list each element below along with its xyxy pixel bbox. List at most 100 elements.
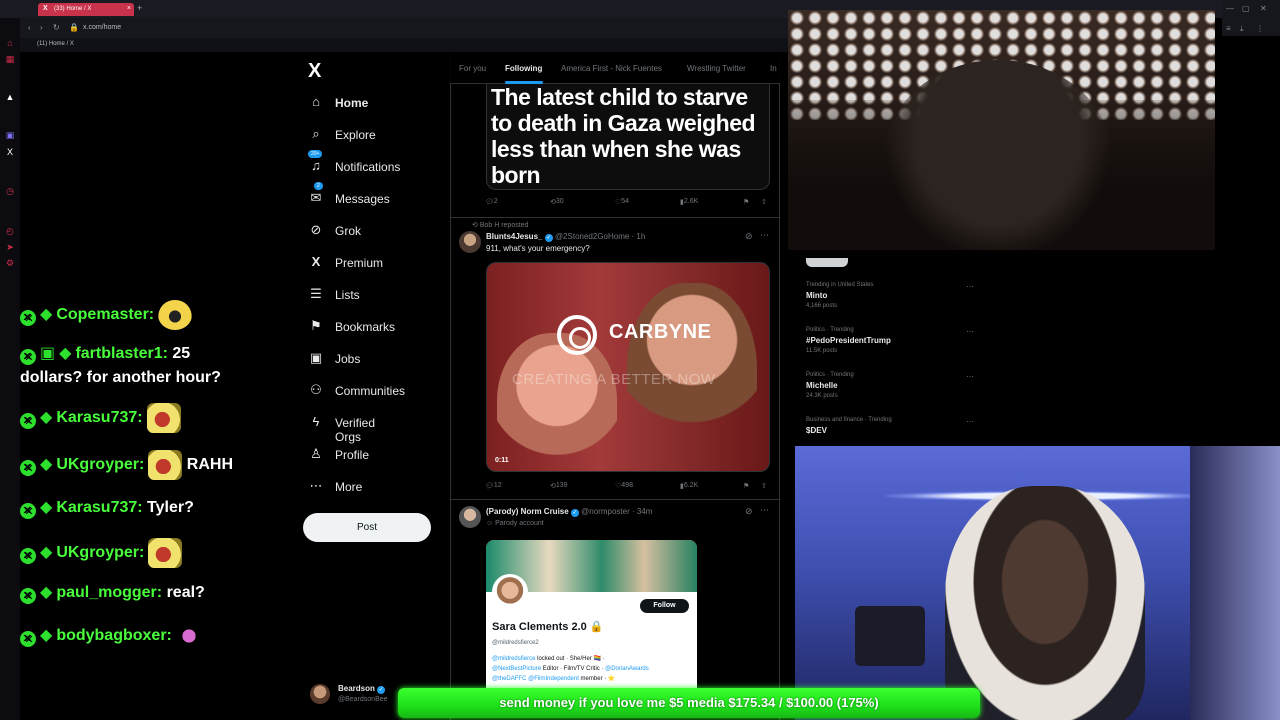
mod-badge-icon: ✕ bbox=[20, 460, 36, 477]
briefcase-icon: ▣ bbox=[309, 350, 323, 365]
bio-link: @theDAFFC @FilmIndependent bbox=[492, 676, 579, 682]
trend-item[interactable]: Politics · Trending #PedoPresidentTrump … bbox=[806, 327, 986, 354]
views-button[interactable]: ▮ 6.2K bbox=[680, 482, 698, 490]
tweet-avatar[interactable] bbox=[459, 506, 481, 528]
tab-more[interactable]: In bbox=[770, 64, 777, 73]
bookmark-icon[interactable]: ⚑ bbox=[743, 198, 749, 206]
screaming-emote-icon bbox=[148, 538, 183, 568]
bookmark-icon[interactable]: ⚑ bbox=[743, 482, 749, 490]
more-options-icon[interactable]: ⋯ bbox=[760, 505, 769, 516]
reply-button[interactable]: 💬︎ 12 bbox=[485, 482, 502, 490]
menu-icon[interactable]: ≡ bbox=[1226, 24, 1231, 33]
follow-button[interactable]: Follow bbox=[640, 599, 689, 613]
send-icon[interactable]: ➤ bbox=[5, 242, 15, 252]
verified-icon: ✓ bbox=[544, 234, 553, 242]
diamond-badge-icon: ◆ bbox=[59, 345, 72, 362]
repost-count: 30 bbox=[555, 198, 564, 205]
url-field[interactable]: x.com/home bbox=[83, 24, 121, 31]
nav-label: Home bbox=[335, 96, 369, 110]
close-tab-icon[interactable]: × bbox=[127, 5, 131, 12]
more-options-icon[interactable]: ⋯ bbox=[966, 282, 974, 291]
trend-title: #PedoPresidentTrump bbox=[806, 336, 891, 345]
like-button[interactable]: ♡ 54 bbox=[615, 198, 629, 206]
x-favicon-icon: X bbox=[43, 5, 48, 12]
repost-count: 139 bbox=[555, 482, 568, 489]
share-icon[interactable]: ⇧ bbox=[761, 482, 767, 490]
account-name[interactable]: Beardson ✓ bbox=[338, 684, 386, 694]
extensions-icon[interactable]: ⋮ bbox=[1256, 24, 1264, 33]
home-icon[interactable]: ⌂ bbox=[5, 38, 15, 48]
more-options-icon[interactable]: ⋯ bbox=[760, 230, 769, 241]
forward-icon[interactable]: › bbox=[40, 23, 43, 32]
chat-message: ✕ ◆ Karasu737: bbox=[20, 403, 181, 433]
screaming-emote-icon bbox=[146, 403, 181, 433]
trend-title: Minto bbox=[806, 291, 828, 300]
share-icon[interactable]: ⇧ bbox=[761, 198, 767, 206]
chat-message-cont: dollars? for another hour? bbox=[20, 366, 221, 390]
more-options-icon[interactable]: ⋯ bbox=[966, 327, 974, 336]
overlay-video bbox=[788, 10, 1215, 250]
twitch-icon[interactable]: ▣ bbox=[5, 130, 15, 140]
mail-icon: ✉ bbox=[310, 190, 322, 205]
clock-icon[interactable]: ◴ bbox=[5, 226, 15, 236]
trend-item[interactable]: Trending in United States Minto 4,166 po… bbox=[806, 282, 986, 309]
diamond-badge-icon: ◆ bbox=[40, 409, 53, 427]
tab-wrestling-twitter[interactable]: Wrestling Twitter bbox=[687, 64, 746, 73]
x-logo-icon[interactable]: X bbox=[308, 60, 321, 83]
grok-icon[interactable]: ⊘ bbox=[745, 231, 753, 242]
lock-icon: 🔒 bbox=[69, 23, 79, 32]
video-duration: 0:11 bbox=[495, 457, 509, 464]
nav-label: Premium bbox=[335, 256, 384, 270]
views-button[interactable]: ▮ 2.6K bbox=[680, 198, 698, 206]
chat-text: Tyler? bbox=[147, 499, 194, 516]
stream-chat: ✕ ◆ Copemaster: ✕ ▣ ◆ fartblaster1: 25 dollar… bbox=[20, 290, 300, 670]
reload-icon[interactable]: ↻ bbox=[53, 23, 60, 32]
account-avatar[interactable] bbox=[310, 684, 330, 704]
chat-message: ✕ ◆ Karasu737: Tyler? bbox=[20, 496, 194, 520]
search-icon: ⌕ bbox=[312, 126, 320, 141]
close-window-icon[interactable]: ✕ bbox=[1260, 4, 1267, 13]
post-button[interactable]: Post bbox=[303, 513, 431, 542]
bookmark-item[interactable]: (11) Home / X bbox=[37, 41, 74, 47]
repost-button[interactable]: ⟲ 30 bbox=[550, 198, 564, 206]
reply-count: 12 bbox=[493, 482, 502, 489]
minimize-icon[interactable]: — bbox=[1226, 4, 1234, 13]
maximize-icon[interactable]: ▢ bbox=[1242, 4, 1250, 13]
diamond-badge-icon: ◆ bbox=[40, 544, 53, 562]
new-tab-button[interactable]: + bbox=[137, 3, 142, 13]
divider bbox=[450, 217, 780, 218]
chat-username: Karasu737: bbox=[56, 499, 143, 516]
history-icon[interactable]: ◷ bbox=[5, 186, 15, 196]
profile-card-image[interactable]: Follow Sara Clements 2.0 🔒 @mildredsfier… bbox=[486, 540, 697, 690]
x-sidebar-icon[interactable]: X bbox=[5, 147, 15, 157]
tweet-video[interactable]: CARBYNE CREATING A BETTER NOW 0:11 bbox=[486, 262, 770, 472]
mod-badge-icon: ✕ bbox=[20, 588, 36, 604]
view-count: 2.6K bbox=[683, 198, 699, 205]
trend-item[interactable]: Politics · Trending Michelle 24.3K posts… bbox=[806, 372, 986, 399]
diamond-badge-icon: ◆ bbox=[40, 499, 53, 516]
trend-item[interactable]: Business and finance · Trending $DEV ⋯ bbox=[806, 417, 986, 435]
settings-icon[interactable]: ⚙ bbox=[5, 258, 15, 268]
grok-icon[interactable]: ⊘ bbox=[745, 506, 753, 517]
tab-for-you[interactable]: For you bbox=[459, 64, 486, 73]
download-icon[interactable]: ⤓ bbox=[1240, 24, 1244, 34]
account-handle: @BeardsonBee bbox=[338, 696, 388, 703]
tab-home[interactable]: X (33) Home / X × bbox=[38, 3, 134, 16]
tweet-author[interactable]: (Parody) Norm Cruise ✓ @normposter · 34m bbox=[486, 507, 652, 517]
tweet-image-text: The latest child to starve to death in G… bbox=[491, 84, 756, 188]
tab-america-first[interactable]: America First - Nick Fuentes bbox=[561, 64, 662, 73]
tweet-author[interactable]: Blunts4Jesus_ ✓ @2Stoned2GoHome · 1h bbox=[486, 232, 645, 242]
aria-icon[interactable]: ▲ bbox=[5, 92, 15, 102]
bio-text: Editor · Film/TV Critic · bbox=[541, 666, 606, 672]
like-button[interactable]: ♡ 498 bbox=[615, 482, 633, 490]
more-options-icon[interactable]: ⋯ bbox=[966, 417, 974, 426]
more-options-icon[interactable]: ⋯ bbox=[966, 372, 974, 381]
speed-dial-icon[interactable]: ▦ bbox=[5, 54, 15, 64]
back-icon[interactable]: ‹ bbox=[28, 23, 31, 32]
tab-following[interactable]: Following bbox=[505, 64, 542, 73]
home-icon: ⌂ bbox=[312, 94, 320, 109]
repost-button[interactable]: ⟲ 139 bbox=[550, 482, 568, 490]
reply-button[interactable]: 💬︎ 2 bbox=[485, 198, 498, 206]
tweet-avatar[interactable] bbox=[459, 231, 481, 253]
author-handle: @2Stoned2GoHome · 1h bbox=[554, 232, 646, 241]
